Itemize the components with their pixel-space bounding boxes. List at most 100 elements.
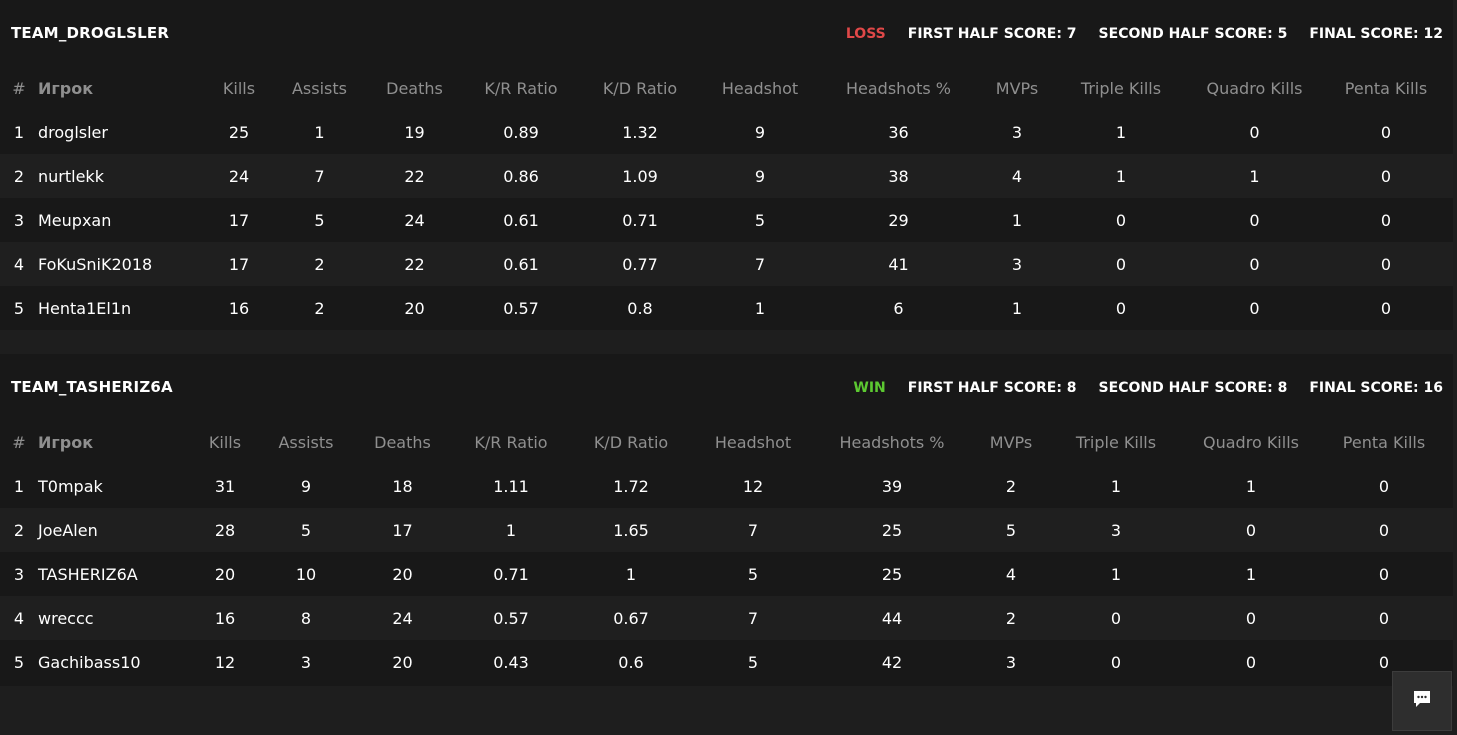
column-header-penta-kills: Penta Kills bbox=[1344, 78, 1428, 98]
kills-cell: 17 bbox=[228, 210, 250, 230]
kills-cell: 28 bbox=[214, 520, 236, 540]
player-stats-table: # Игрок Kills Assists Deaths K/R Ratio K… bbox=[0, 420, 1453, 684]
assists-cell: 10 bbox=[295, 564, 317, 584]
deaths-cell: 17 bbox=[392, 520, 413, 540]
kr-ratio-cell: 0.71 bbox=[493, 564, 529, 584]
table-row: 4 FoKuSniK2018 17 2 22 0.61 0.77 7 41 3 … bbox=[0, 242, 1453, 286]
headshot-cell: 5 bbox=[754, 210, 766, 230]
deaths-cell: 18 bbox=[392, 476, 413, 496]
player-name[interactable]: nurtlekk bbox=[38, 154, 201, 198]
mvps-cell: 5 bbox=[1005, 520, 1017, 540]
headshot-cell: 12 bbox=[742, 476, 764, 496]
column-header-number: # bbox=[12, 78, 26, 98]
player-name[interactable]: Meupxan bbox=[38, 198, 201, 242]
column-header-assists: Assists bbox=[278, 432, 334, 452]
column-header-triple-kills: Triple Kills bbox=[1080, 78, 1162, 98]
column-header-number: # bbox=[12, 432, 26, 452]
kr-ratio-cell: 0.86 bbox=[503, 166, 539, 186]
triple-kills-cell: 0 bbox=[1115, 254, 1127, 274]
headshot-cell: 7 bbox=[747, 608, 759, 628]
table-header-row: # Игрок Kills Assists Deaths K/R Ratio K… bbox=[0, 66, 1453, 110]
score-summary: LOSS FIRST HALF SCORE: 7 SECOND HALF SCO… bbox=[846, 26, 1443, 42]
player-name[interactable]: JoeAlen bbox=[38, 508, 184, 552]
triple-kills-cell: 1 bbox=[1115, 122, 1127, 142]
final-score: FINAL SCORE: 16 bbox=[1309, 380, 1443, 396]
quadro-kills-cell: 0 bbox=[1249, 210, 1260, 230]
headshots-percent-cell: 42 bbox=[881, 652, 903, 672]
column-header-quadro-kills: Quadro Kills bbox=[1203, 432, 1299, 452]
player-rank: 3 bbox=[13, 564, 25, 584]
headshots-percent-cell: 36 bbox=[888, 122, 909, 142]
assists-cell: 1 bbox=[314, 122, 325, 142]
player-name[interactable]: FoKuSniK2018 bbox=[38, 242, 201, 286]
mvps-cell: 2 bbox=[1005, 476, 1017, 496]
kd-ratio-cell: 1.09 bbox=[622, 166, 658, 186]
kd-ratio-cell: 0.8 bbox=[627, 298, 653, 318]
player-name[interactable]: TASHERIZ6A bbox=[38, 552, 184, 596]
kd-ratio-cell: 1.72 bbox=[613, 476, 649, 496]
kd-ratio-cell: 1.32 bbox=[622, 122, 658, 142]
headshots-percent-cell: 6 bbox=[893, 298, 904, 318]
kr-ratio-cell: 1.11 bbox=[493, 476, 529, 496]
table-row: 1 T0mpak 31 9 18 1.11 1.72 12 39 2 1 1 0 bbox=[0, 464, 1453, 508]
column-header-kills: Kills bbox=[208, 432, 242, 452]
triple-kills-cell: 1 bbox=[1110, 564, 1122, 584]
column-header-kd-ratio: K/D Ratio bbox=[602, 78, 678, 98]
table-header-row: # Игрок Kills Assists Deaths K/R Ratio K… bbox=[0, 420, 1453, 464]
table-row: 2 nurtlekk 24 7 22 0.86 1.09 9 38 4 1 1 … bbox=[0, 154, 1453, 198]
kd-ratio-cell: 0.6 bbox=[618, 652, 644, 672]
triple-kills-cell: 0 bbox=[1115, 210, 1127, 230]
team-stats-block: TEAM_TASHERIZ6A WIN FIRST HALF SCORE: 8 … bbox=[0, 354, 1453, 686]
headshot-cell: 5 bbox=[747, 652, 759, 672]
kills-cell: 12 bbox=[214, 652, 236, 672]
penta-kills-cell: 0 bbox=[1378, 608, 1390, 628]
kills-cell: 31 bbox=[214, 476, 236, 496]
column-header-assists: Assists bbox=[291, 78, 347, 98]
triple-kills-cell: 0 bbox=[1110, 608, 1122, 628]
assists-cell: 7 bbox=[314, 166, 325, 186]
triple-kills-cell: 1 bbox=[1115, 166, 1127, 186]
triple-kills-cell: 3 bbox=[1110, 520, 1122, 540]
mvps-cell: 4 bbox=[1005, 564, 1017, 584]
deaths-cell: 24 bbox=[392, 608, 413, 628]
headshots-percent-cell: 44 bbox=[881, 608, 903, 628]
assists-cell: 2 bbox=[314, 298, 325, 318]
player-stats-table: # Игрок Kills Assists Deaths K/R Ratio K… bbox=[0, 66, 1453, 330]
kills-cell: 16 bbox=[228, 298, 250, 318]
column-header-quadro-kills: Quadro Kills bbox=[1206, 78, 1303, 98]
table-row: 3 TASHERIZ6A 20 10 20 0.71 1 5 25 4 1 1 … bbox=[0, 552, 1453, 596]
headshots-percent-cell: 39 bbox=[881, 476, 903, 496]
deaths-cell: 19 bbox=[404, 122, 425, 142]
mvps-cell: 4 bbox=[1011, 166, 1023, 186]
headshots-percent-cell: 25 bbox=[881, 564, 903, 584]
column-header-headshot: Headshot bbox=[714, 432, 792, 452]
headshots-percent-cell: 41 bbox=[888, 254, 909, 274]
quadro-kills-cell: 0 bbox=[1245, 520, 1257, 540]
deaths-cell: 22 bbox=[404, 166, 425, 186]
quadro-kills-cell: 1 bbox=[1245, 476, 1257, 496]
column-header-mvps: MVPs bbox=[989, 432, 1033, 452]
column-header-headshot: Headshot bbox=[721, 78, 799, 98]
mvps-cell: 3 bbox=[1011, 254, 1023, 274]
mvps-cell: 1 bbox=[1011, 298, 1023, 318]
table-row: 1 droglsler 25 1 19 0.89 1.32 9 36 3 1 0… bbox=[0, 110, 1453, 154]
quadro-kills-cell: 0 bbox=[1245, 652, 1257, 672]
second-half-score: SECOND HALF SCORE: 8 bbox=[1098, 380, 1288, 396]
player-name[interactable]: wreccc bbox=[38, 596, 184, 640]
quadro-kills-cell: 0 bbox=[1249, 298, 1260, 318]
column-header-player: Игрок bbox=[38, 78, 94, 98]
player-name[interactable]: Henta1El1n bbox=[38, 286, 201, 330]
quadro-kills-cell: 0 bbox=[1249, 254, 1260, 274]
first-half-score: FIRST HALF SCORE: 8 bbox=[907, 380, 1077, 396]
headshots-percent-cell: 38 bbox=[888, 166, 909, 186]
kills-cell: 17 bbox=[228, 254, 250, 274]
match-result-badge: WIN bbox=[853, 380, 886, 396]
penta-kills-cell: 0 bbox=[1380, 122, 1392, 142]
player-name[interactable]: droglsler bbox=[38, 110, 201, 154]
penta-kills-cell: 0 bbox=[1380, 166, 1392, 186]
player-name[interactable]: Gachibass10 bbox=[38, 640, 184, 684]
triple-kills-cell: 1 bbox=[1110, 476, 1122, 496]
chat-button[interactable] bbox=[1392, 671, 1452, 731]
player-name[interactable]: T0mpak bbox=[38, 464, 184, 508]
headshot-cell: 9 bbox=[754, 122, 766, 142]
